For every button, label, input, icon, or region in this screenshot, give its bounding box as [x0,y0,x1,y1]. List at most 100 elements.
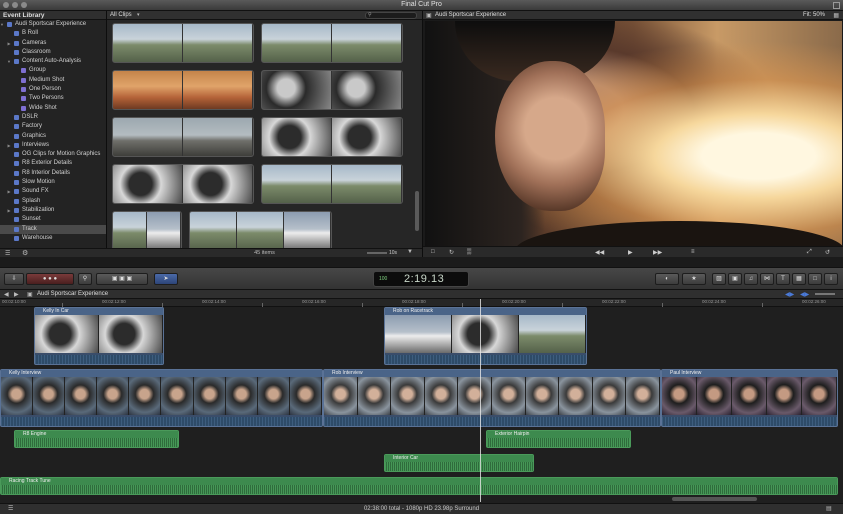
viewer-settings-icon[interactable]: ▦ [833,12,839,19]
clip-appearance-icon[interactable]: ▤ [826,505,832,512]
snapping-toggle-icon[interactable]: ◀▶ [800,291,809,298]
library-item[interactable]: R8 Interior Details [0,169,106,178]
browser-clip-filmstrip[interactable] [261,117,403,157]
effects-browser-button[interactable]: ▨ [712,273,726,285]
library-item[interactable]: Graphics [0,132,106,141]
library-item[interactable]: One Person [0,85,106,94]
viewer-frame[interactable] [425,21,842,246]
library-item[interactable]: Wide Shot [0,104,106,113]
audio-clip[interactable]: Interior Car [384,454,534,472]
timeline-ruler[interactable]: 00:02:10:00 00:02:12:00 00:02:14:00 00:02:1… [0,299,843,307]
library-item[interactable]: Sunset [0,215,106,224]
disclosure-open-icon[interactable]: ▼ [6,57,12,66]
dashboard-timecode[interactable]: 100 2:19.13 [373,271,469,287]
inspector-button[interactable]: i [824,273,838,285]
viewer-zoom-popup[interactable]: 50% [813,12,825,18]
primary-clip[interactable]: Paul Interview [661,369,838,427]
playhead[interactable] [480,299,481,502]
browser-clip-filmstrip[interactable] [189,211,332,251]
titles-browser-button[interactable]: T [776,273,790,285]
select-tool-button[interactable]: ➤ [154,273,178,285]
skimming-toggle-icon[interactable]: ◀▶ [785,291,794,298]
browser-clip-filmstrip[interactable] [112,70,254,110]
browser-settings-icon[interactable]: ▼ [407,249,413,255]
browser-search-field[interactable]: ⚲ [365,12,417,19]
library-item[interactable]: ▶ Stabilization [0,206,106,215]
browser-clip-filmstrip[interactable] [261,164,403,204]
connected-clip[interactable]: Kelly In Car [34,307,164,365]
transitions-browser-button[interactable]: ⋈ [760,273,774,285]
connected-clip[interactable]: Rob on Racetrack [384,307,587,365]
background-task-percent[interactable]: 100 [379,276,387,282]
library-item[interactable]: ▼ Content Auto-Analysis [0,57,106,66]
library-item[interactable]: ▶ Sound FX [0,187,106,196]
clip-filter-popup[interactable]: All Clips [110,12,132,18]
crop-tool-icon[interactable]: □ [431,249,435,255]
library-item[interactable]: ▶ Interviews [0,141,106,150]
library-action-gear-icon[interactable]: ⚙ [22,249,28,257]
photo-browser-button[interactable]: ▣ [728,273,742,285]
disclosure-closed-icon[interactable]: ▶ [6,206,12,215]
library-item[interactable]: OG Clips for Motion Graphics [0,150,106,159]
library-item[interactable]: ▶ Cameras [0,39,106,48]
themes-browser-button[interactable]: □ [808,273,822,285]
generators-browser-button[interactable]: ▦ [792,273,806,285]
library-item[interactable]: ▼ Audi Sportscar Experience [0,20,106,29]
library-item[interactable]: Classroom [0,48,106,57]
library-item[interactable]: Slow Motion [0,178,106,187]
transform-tool-icon[interactable]: ↻ [449,249,454,256]
library-item[interactable]: DSLR [0,113,106,122]
import-media-button[interactable]: ⇩ [4,273,24,285]
play-button-icon[interactable]: ▶ [628,249,633,256]
library-item[interactable]: Medium Shot [0,76,106,85]
audio-clip[interactable]: Exterior Hairpin [486,430,631,448]
color-balance-button[interactable]: ◐ [655,273,679,285]
audio-clip[interactable]: R8 Engine [14,430,179,448]
browser-clip-filmstrip[interactable] [112,117,254,157]
filter-chevron-icon[interactable]: ▾ [137,12,140,18]
library-item[interactable]: Group [0,66,106,75]
fullscreen-viewer-icon[interactable]: ⤢ [807,249,812,256]
go-to-end-icon[interactable]: ▶▶ [653,249,662,256]
clip-name: Interior Car [385,455,533,462]
audio-clip[interactable]: Racing Track Tune [0,477,838,495]
timeline-tracks[interactable]: Kelly In Car Rob on Racetrack Kelly Inte… [0,307,843,503]
browser-scrollbar[interactable] [415,191,419,231]
go-to-start-icon[interactable]: ◀◀ [595,249,604,256]
primary-clip[interactable]: Kelly Interview [0,369,323,427]
library-item[interactable]: Warehouse [0,234,106,243]
music-browser-button[interactable]: ♫ [744,273,758,285]
clip-height-slider[interactable] [367,252,387,254]
disclosure-closed-icon[interactable]: ▶ [6,141,12,150]
library-view-options-icon[interactable]: ☰ [5,250,10,257]
disclosure-open-icon[interactable]: ▼ [0,20,5,29]
timeline-scrollbar[interactable] [672,497,757,501]
back-arrow-icon[interactable]: ◀ [4,291,9,298]
library-item[interactable]: Two Persons [0,94,106,103]
browser-clip-filmstrip[interactable] [112,23,254,63]
audio-meter-icon[interactable]: ≡ [691,249,695,255]
library-item[interactable]: Track [0,224,106,234]
library-item[interactable]: R8 Exterior Details [0,159,106,168]
record-button[interactable]: ● ● ● [26,273,74,285]
disclosure-closed-icon[interactable]: ▶ [6,39,12,48]
fullscreen-button[interactable] [833,2,840,9]
disclosure-closed-icon[interactable]: ▶ [6,187,12,196]
loop-playback-icon[interactable]: ↺ [825,249,830,256]
library-item[interactable]: Splash [0,197,106,206]
browser-clip-filmstrip[interactable] [112,164,254,204]
distort-tool-icon[interactable]: ▒ [467,249,471,255]
library-item[interactable]: Factory [0,122,106,131]
primary-clip[interactable]: Rob Interview [323,369,661,427]
browser-clip-filmstrip[interactable] [112,211,182,251]
library-item-label: Group [29,67,46,74]
timeline-zoom-slider[interactable] [815,293,835,295]
library-item-label: Audi Sportscar Experience [15,21,87,27]
keyword-button[interactable]: ⚲ [78,273,92,285]
browser-clip-filmstrip[interactable] [261,23,403,63]
library-item[interactable]: B Roll [0,29,106,38]
edit-connect-button[interactable]: ▣ ▣ ▣ [96,273,148,285]
forward-arrow-icon[interactable]: ▶ [14,291,19,298]
enhancements-button[interactable]: ★ [682,273,706,285]
browser-clip-filmstrip[interactable] [261,70,403,110]
